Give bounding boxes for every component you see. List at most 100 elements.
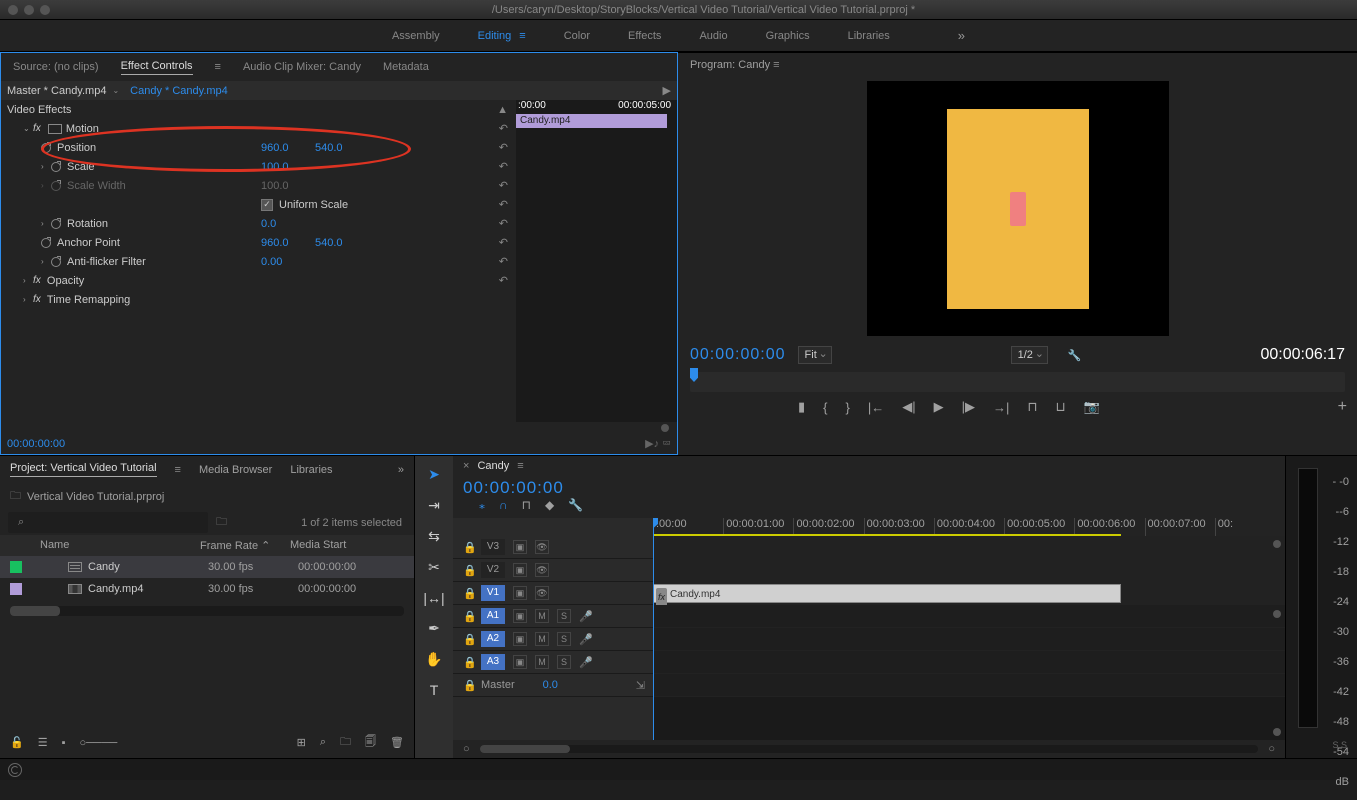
anchor-x[interactable]: 960.0 <box>261 237 289 249</box>
selection-tool-icon[interactable]: ➤ <box>428 466 440 483</box>
bracket-out-icon[interactable]: } <box>846 400 850 415</box>
flicker-value[interactable]: 0.00 <box>261 256 282 268</box>
playhead[interactable] <box>653 518 654 740</box>
lock-icon[interactable]: 🔒 <box>463 656 473 669</box>
m-toggle[interactable]: M <box>535 632 549 646</box>
position-x[interactable]: 960.0 <box>261 142 289 154</box>
reset-position-icon[interactable]: ↶ <box>499 141 508 154</box>
project-row[interactable]: Candy30.00 fps00:00:00:00 <box>0 556 414 578</box>
reset-flicker-icon[interactable]: ↶ <box>499 255 508 268</box>
project-search[interactable]: ⌕ <box>8 512 208 533</box>
hand-tool-icon[interactable]: ✋ <box>425 651 442 668</box>
vtrack-header[interactable]: 🔒V2▣👁 <box>453 559 653 582</box>
track-a3[interactable] <box>653 651 1285 674</box>
vtrack-header[interactable]: 🔒V1▣👁 <box>453 582 653 605</box>
rotation-row[interactable]: ›Rotation0.0↶ <box>1 214 516 233</box>
lock-icon[interactable]: 🔒 <box>463 610 473 623</box>
eye-toggle[interactable]: 👁 <box>535 586 549 600</box>
ec-mini-timeline[interactable]: :00:00 00:00:05:00 Candy.mp4 <box>516 100 677 422</box>
track-v2[interactable] <box>653 559 1285 582</box>
ws-editing[interactable]: Editing <box>478 30 512 42</box>
zoom-out-icon[interactable]: ○ <box>463 743 470 755</box>
position-y[interactable]: 540.0 <box>315 142 343 154</box>
tab-metadata[interactable]: Metadata <box>383 61 429 73</box>
timeline-timecode[interactable]: 00:00:00:00 <box>463 478 564 498</box>
lock-icon[interactable]: 🔒 <box>463 564 473 577</box>
clip-target-label[interactable]: Candy * Candy.mp4 <box>130 85 228 97</box>
tl-menu-icon[interactable]: ≡ <box>517 460 523 472</box>
stopwatch-icon[interactable] <box>41 238 51 248</box>
snap-icon[interactable]: ⁎ <box>479 498 485 512</box>
tab-audio-mixer[interactable]: Audio Clip Mixer: Candy <box>243 61 361 73</box>
slip-tool-icon[interactable]: |↔| <box>423 590 444 606</box>
creative-cloud-icon[interactable] <box>8 763 22 777</box>
icon-view-icon[interactable]: ▪ <box>62 737 66 749</box>
wrench-icon[interactable]: 🔧 <box>1068 349 1082 362</box>
scroll-thumb[interactable] <box>661 424 669 432</box>
goto-out-icon[interactable]: →| <box>993 400 1009 415</box>
uniform-checkbox[interactable] <box>261 199 273 211</box>
step-fwd-icon[interactable]: |▶ <box>962 399 975 415</box>
s-toggle[interactable]: S <box>557 609 571 623</box>
program-monitor[interactable] <box>867 81 1169 336</box>
timeremap-row[interactable]: ›fx Time Remapping <box>1 290 516 309</box>
lock-icon[interactable]: 🔒 <box>463 679 473 692</box>
ec-timecode[interactable]: 00:00:00:00 <box>7 438 65 450</box>
ws-audio[interactable]: Audio <box>699 30 727 42</box>
type-tool-icon[interactable]: T <box>430 682 439 698</box>
program-tc-out[interactable]: 00:00:06:17 <box>1260 346 1345 364</box>
scale-value[interactable]: 100.0 <box>261 161 289 173</box>
pen-tool-icon[interactable]: ✒ <box>428 620 440 637</box>
proj-hscroll[interactable] <box>10 606 404 616</box>
tab-source[interactable]: Source: (no clips) <box>13 61 99 73</box>
list-view-icon[interactable]: ☰ <box>38 736 48 749</box>
min-dot[interactable] <box>24 5 34 15</box>
reset-anchor-icon[interactable]: ↶ <box>499 236 508 249</box>
m-toggle[interactable]: M <box>535 609 549 623</box>
tab-media-browser[interactable]: Media Browser <box>199 464 272 476</box>
lock-icon[interactable]: 🔒 <box>463 633 473 646</box>
eye-toggle[interactable]: 👁 <box>535 540 549 554</box>
program-scrubber[interactable] <box>690 372 1345 392</box>
mark-in-icon[interactable]: ▮ <box>798 399 805 415</box>
play-icon[interactable]: ▶ <box>934 399 944 415</box>
reset-rotation-icon[interactable]: ↶ <box>499 217 508 230</box>
track-toggle[interactable]: V1 <box>481 585 505 601</box>
mute-toggle[interactable]: ▣ <box>513 655 527 669</box>
video-effects-header[interactable]: Video Effects▲ <box>1 100 516 119</box>
new-bin-icon[interactable]: 🗀 <box>340 733 351 752</box>
goto-in-icon[interactable]: |← <box>868 400 884 415</box>
motion-row[interactable]: ⌄fx Motion↶ <box>1 119 516 138</box>
vtrack-header[interactable]: 🔒V3▣👁 <box>453 536 653 559</box>
linked-sel-icon[interactable]: ⊓ <box>522 498 531 512</box>
marker-icon[interactable]: ◆ <box>545 498 554 512</box>
ws-effects[interactable]: Effects <box>628 30 661 42</box>
magnet-icon[interactable]: ∩ <box>499 498 508 512</box>
reset-opacity-icon[interactable]: ↶ <box>499 274 508 287</box>
track-toggle[interactable]: A1 <box>481 608 505 624</box>
s-toggle[interactable]: S <box>557 632 571 646</box>
master-track-row[interactable]: 🔒Master0.0⇲ <box>453 674 653 697</box>
track-toggle[interactable]: V2 <box>481 562 505 578</box>
mute-toggle[interactable]: ▣ <box>513 609 527 623</box>
solo-label[interactable]: S S <box>1332 740 1347 750</box>
reset-motion-icon[interactable]: ↶ <box>499 122 508 135</box>
mute-toggle[interactable]: ▣ <box>513 540 527 554</box>
mic-icon[interactable]: 🎤 <box>579 633 593 646</box>
collapse-icon[interactable]: ▲ <box>497 104 508 116</box>
resolution-dropdown[interactable]: 1/2 <box>1011 346 1048 364</box>
ws-color[interactable]: Color <box>564 30 590 42</box>
eye-toggle[interactable]: 👁 <box>535 563 549 577</box>
track-toggle[interactable]: A3 <box>481 654 505 670</box>
mute-toggle[interactable]: ▣ <box>513 586 527 600</box>
sequence-name[interactable]: Candy <box>477 460 509 472</box>
mute-toggle[interactable]: ▣ <box>513 632 527 646</box>
ec-clip-bar[interactable]: Candy.mp4 <box>516 114 667 128</box>
bin-row[interactable]: 🗀Vertical Video Tutorial.prproj <box>0 483 414 510</box>
track-a1[interactable] <box>653 605 1285 628</box>
col-name[interactable]: Name <box>10 539 200 552</box>
ws-graphics[interactable]: Graphics <box>766 30 810 42</box>
fit-dropdown[interactable]: Fit <box>798 346 832 364</box>
max-dot[interactable] <box>40 5 50 15</box>
program-title[interactable]: Program: Candy <box>690 59 770 71</box>
